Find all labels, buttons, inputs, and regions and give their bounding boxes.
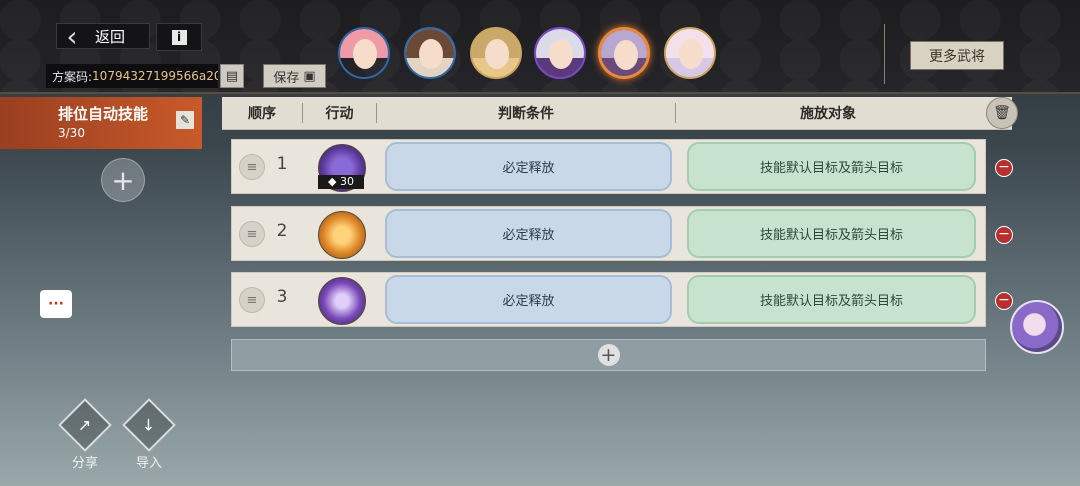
table-header: 顺序 行动 判断条件 施放对象: [222, 97, 1012, 130]
table-row: ≡ 2 必定释放 技能默认目标及箭头目标: [231, 206, 986, 261]
skill-set-tab-active[interactable]: 排位自动技能 3/30 ✎: [0, 97, 202, 149]
add-row-button[interactable]: +: [231, 339, 986, 371]
share-icon: ↗: [58, 398, 112, 452]
skill-icon[interactable]: [318, 277, 366, 325]
avatar-face: [549, 39, 573, 69]
target-field[interactable]: 技能默认目标及箭头目标: [687, 275, 976, 324]
condition-text: 必定释放: [502, 294, 555, 309]
import-label: 导入: [135, 456, 162, 471]
row-order: 3: [276, 287, 288, 307]
table-row: ≡ 3 必定释放 技能默认目标及箭头目标: [231, 272, 986, 327]
drag-handle-icon[interactable]: ≡: [239, 154, 265, 180]
avatar-face: [614, 40, 638, 70]
back-button[interactable]: ‹ 返回: [56, 20, 150, 53]
share-label: 分享: [71, 456, 98, 471]
condition-text: 必定释放: [502, 161, 555, 176]
import-button[interactable]: ↓ 导入: [122, 398, 176, 471]
plus-icon: +: [111, 163, 135, 197]
hero-avatar-silver-hair-hero[interactable]: [534, 27, 586, 79]
save-label: 保存: [273, 70, 300, 86]
target-text: 技能默认目标及箭头目标: [759, 161, 903, 176]
remove-row-button[interactable]: −: [995, 226, 1013, 244]
back-label: 返回: [95, 27, 126, 46]
condition-field[interactable]: 必定释放: [385, 209, 672, 258]
save-icon: ▣: [303, 68, 316, 84]
more-generals-label: 更多武将: [929, 48, 985, 65]
scheme-code-value: 10794327199566a20: [92, 69, 218, 83]
condition-field[interactable]: 必定释放: [385, 275, 672, 324]
hero-avatar-golden-hair-hero[interactable]: [470, 27, 522, 79]
remove-row-button[interactable]: −: [995, 159, 1013, 177]
hero-avatar-pink-hair-hero[interactable]: [338, 27, 390, 79]
header-condition: 判断条件: [498, 106, 554, 122]
avatar-face: [353, 39, 377, 69]
remove-row-button[interactable]: −: [995, 292, 1013, 310]
condition-text: 必定释放: [502, 228, 555, 243]
target-text: 技能默认目标及箭头目标: [759, 294, 903, 309]
header-target: 施放对象: [800, 106, 856, 122]
drag-handle-icon[interactable]: ≡: [239, 221, 265, 247]
top-bar: ‹ 返回 i 方案码: 10794327199566a20 ▤ 保存 ▣ 更多武…: [0, 0, 1080, 94]
copy-code-button[interactable]: ▤: [220, 64, 244, 88]
edit-icon[interactable]: ✎: [176, 111, 194, 129]
target-field[interactable]: 技能默认目标及箭头目标: [687, 209, 976, 258]
avatar-face: [679, 39, 703, 69]
add-skill-set-button[interactable]: +: [101, 158, 145, 202]
skill-cost-badge: ◆ 30: [318, 175, 364, 189]
hero-avatar-lavender-hair-hero[interactable]: [598, 27, 650, 79]
header-order: 顺序: [248, 106, 276, 122]
assistant-avatar[interactable]: [1010, 300, 1064, 354]
info-icon: i: [171, 29, 187, 45]
scheme-code-field: 方案码: 10794327199566a20: [46, 64, 218, 88]
share-button[interactable]: ↗ 分享: [58, 398, 112, 471]
import-icon: ↓: [122, 398, 176, 452]
back-arrow-icon: ‹: [66, 20, 78, 53]
avatar-face: [419, 39, 443, 69]
plus-icon: +: [597, 344, 620, 366]
avatar-face: [485, 39, 509, 69]
header-action: 行动: [325, 106, 354, 122]
target-text: 技能默认目标及箭头目标: [759, 228, 903, 243]
info-button[interactable]: i: [156, 23, 202, 51]
hero-avatar-white-hair-hero[interactable]: [664, 27, 716, 79]
row-order: 2: [276, 221, 288, 241]
header-divider: [884, 24, 885, 84]
table-row: ≡ 1 ◆ 30 必定释放 技能默认目标及箭头目标: [231, 139, 986, 194]
row-order: 1: [276, 154, 288, 174]
target-field[interactable]: 技能默认目标及箭头目标: [687, 142, 976, 191]
drag-handle-icon[interactable]: ≡: [239, 287, 265, 313]
trash-icon[interactable]: 🗑: [986, 97, 1018, 129]
skill-cost-value: 30: [339, 175, 354, 188]
condition-field[interactable]: 必定释放: [385, 142, 672, 191]
skill-icon[interactable]: [318, 211, 366, 259]
save-button[interactable]: 保存 ▣: [263, 64, 326, 88]
scheme-code-label: 方案码:: [52, 69, 93, 84]
copy-icon: ▤: [225, 68, 239, 84]
chat-icon[interactable]: ···: [40, 290, 72, 318]
hero-avatar-brown-hair-hero[interactable]: [404, 27, 456, 79]
more-generals-button[interactable]: 更多武将: [910, 41, 1004, 70]
